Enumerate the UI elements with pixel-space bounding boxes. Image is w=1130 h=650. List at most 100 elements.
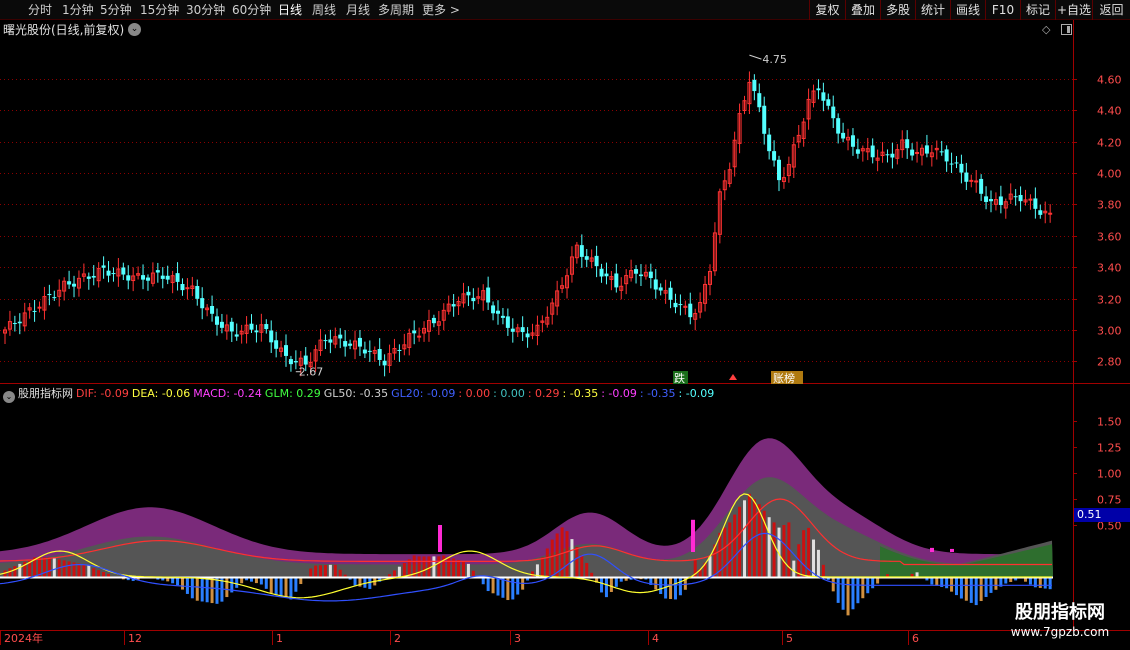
macd-bar-positive xyxy=(545,548,549,577)
marker-rank-label: 账榜 xyxy=(773,371,795,385)
macd-bar-negative xyxy=(496,577,500,596)
macd-bar-negative xyxy=(264,577,268,589)
macd-bar-positive xyxy=(550,539,554,577)
candle-body-down xyxy=(885,154,890,156)
watermark-url: www.7gpzb.com xyxy=(1010,625,1110,639)
macd-bar-positive xyxy=(8,568,12,577)
macd-bar-negative xyxy=(1043,577,1047,589)
candle-body-down xyxy=(638,274,643,277)
macd-bar-negative xyxy=(1048,577,1052,590)
macd-bar-positive xyxy=(309,568,313,577)
macd-bar-positive xyxy=(816,549,820,577)
candle-body-down xyxy=(12,323,17,325)
candle-body-down xyxy=(32,310,37,312)
macd-bar-positive xyxy=(62,560,66,577)
macd-bar-negative xyxy=(836,577,840,603)
candle-body-down xyxy=(72,283,77,287)
current-value-badge: 0.51 xyxy=(1074,508,1130,522)
macd-bar-negative xyxy=(861,577,865,599)
candle-body-down xyxy=(397,349,402,351)
indicator-value-7: : 0.00 xyxy=(493,387,525,400)
macd-bar-positive xyxy=(708,556,712,577)
macd-bar-positive xyxy=(427,556,431,577)
candle-body-down xyxy=(106,270,111,276)
candle-body-down xyxy=(338,334,343,339)
marker-down-label: 跌 xyxy=(674,371,685,385)
candle-body-down xyxy=(180,283,185,291)
macd-bar-negative xyxy=(180,577,184,590)
candle-body-down xyxy=(855,149,860,154)
candle-body-down xyxy=(989,199,993,202)
macd-bar-positive xyxy=(87,565,91,577)
macd-bar-positive xyxy=(437,556,441,577)
candle-body-up xyxy=(1028,198,1033,201)
candle-body-down xyxy=(959,163,964,173)
macd-bar-negative xyxy=(190,577,194,599)
candle-body-up xyxy=(417,335,422,338)
candle-body-down xyxy=(343,341,348,347)
macd-bar-negative xyxy=(841,577,845,610)
candle-body-down xyxy=(905,139,910,149)
indicator-value-6: : 0.00 xyxy=(458,387,491,400)
macd-bar-positive xyxy=(319,565,323,577)
candle-body-down xyxy=(762,105,767,134)
candle-body-down xyxy=(367,350,372,352)
macd-bar-negative xyxy=(516,577,520,595)
macd-bar-positive xyxy=(92,568,96,577)
candle-body-down xyxy=(984,196,989,202)
candle-body-down xyxy=(954,162,959,164)
candle-body-down xyxy=(288,359,293,365)
macd-bar-positive xyxy=(417,556,421,577)
candle-body-down xyxy=(520,327,525,333)
macd-bar-negative xyxy=(950,577,954,592)
candle-body-down xyxy=(939,151,944,153)
candle-body-down xyxy=(500,315,505,318)
candle-body-down xyxy=(757,93,762,108)
macd-bar-positive xyxy=(767,517,771,577)
macd-bar-negative xyxy=(215,577,219,604)
candle-body-down xyxy=(47,293,52,296)
candle-body-down xyxy=(777,159,782,181)
candle-body-down xyxy=(752,79,757,92)
candle-body-down xyxy=(594,255,599,267)
candle-body-down xyxy=(579,245,584,257)
macd-bar-negative xyxy=(979,577,983,602)
chart-canvas[interactable]: 4.60 4.40 4.20 4.00 3.80 3.60 3.40 3.20 3.00 2.80… xyxy=(0,0,1130,650)
time-axis-label: 4 xyxy=(652,632,659,645)
macd-bar-negative xyxy=(195,577,199,601)
candle-body-down xyxy=(826,99,831,106)
candle-body-down xyxy=(821,92,826,101)
candle-body-down xyxy=(293,361,298,363)
candle-body-down xyxy=(772,151,777,161)
candle-body-down xyxy=(1013,196,1018,198)
time-axis-label: 12 xyxy=(128,632,142,645)
time-axis-label: 1 xyxy=(276,632,283,645)
candle-body-down xyxy=(195,286,200,299)
macd-bar-positive xyxy=(812,539,816,577)
candle-body-down xyxy=(1033,198,1038,209)
candle-body-down xyxy=(668,287,673,300)
macd-bar-positive xyxy=(782,525,786,577)
candle-body-down xyxy=(688,303,693,318)
candle-body-down xyxy=(210,305,215,314)
macd-bar-negative xyxy=(669,577,673,599)
macd-bar-positive xyxy=(733,514,737,577)
candle-body-down xyxy=(377,349,382,360)
macd-bar-positive xyxy=(728,522,732,577)
price-tick-label: 3.60 xyxy=(1097,231,1122,244)
candle-body-down xyxy=(816,88,821,91)
indicator-value-12: : -0.09 xyxy=(678,387,715,400)
candle-body-down xyxy=(496,310,500,314)
indicator-value-0: DIF: -0.09 xyxy=(76,387,129,400)
candle-body-down xyxy=(491,305,496,314)
indicator-value-8: : 0.29 xyxy=(527,387,560,400)
candle-body-down xyxy=(155,270,160,273)
indicator-tick-label: 0.75 xyxy=(1097,494,1122,507)
candle-body-down xyxy=(673,302,678,308)
macd-bar-negative xyxy=(511,577,515,600)
macd-bar-negative xyxy=(279,577,283,597)
candle-body-up xyxy=(974,180,979,183)
indicator-dropdown-icon[interactable]: ⌄ xyxy=(3,391,15,403)
candle-body-down xyxy=(451,304,456,307)
candle-body-down xyxy=(614,273,619,288)
